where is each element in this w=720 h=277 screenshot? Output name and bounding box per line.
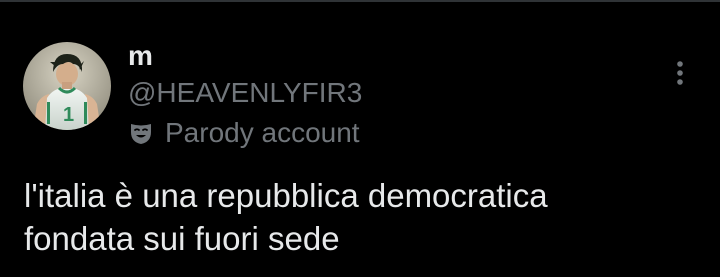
parody-badge: Parody account <box>128 116 360 150</box>
tweet-text: l'italia è una repubblica democratica fo… <box>24 174 704 260</box>
parody-account-label: Parody account <box>165 117 360 148</box>
avatar[interactable]: 1 <box>23 42 111 130</box>
jersey-number: 1 <box>63 104 74 126</box>
more-options-button[interactable] <box>662 54 698 94</box>
tweet-text-line-2: fondata sui fuori sede <box>24 220 340 257</box>
avatar-image: 1 <box>23 42 111 130</box>
tweet[interactable]: 1 m @HEAVENLYFIR3 Parody account l'itali… <box>0 0 720 277</box>
tweet-text-line-1: l'italia è una repubblica democratica <box>24 177 548 214</box>
user-handle[interactable]: @HEAVENLYFIR3 <box>128 76 362 110</box>
theater-mask-icon <box>131 124 151 144</box>
display-name[interactable]: m <box>128 40 153 72</box>
more-vertical-icon <box>677 61 683 85</box>
